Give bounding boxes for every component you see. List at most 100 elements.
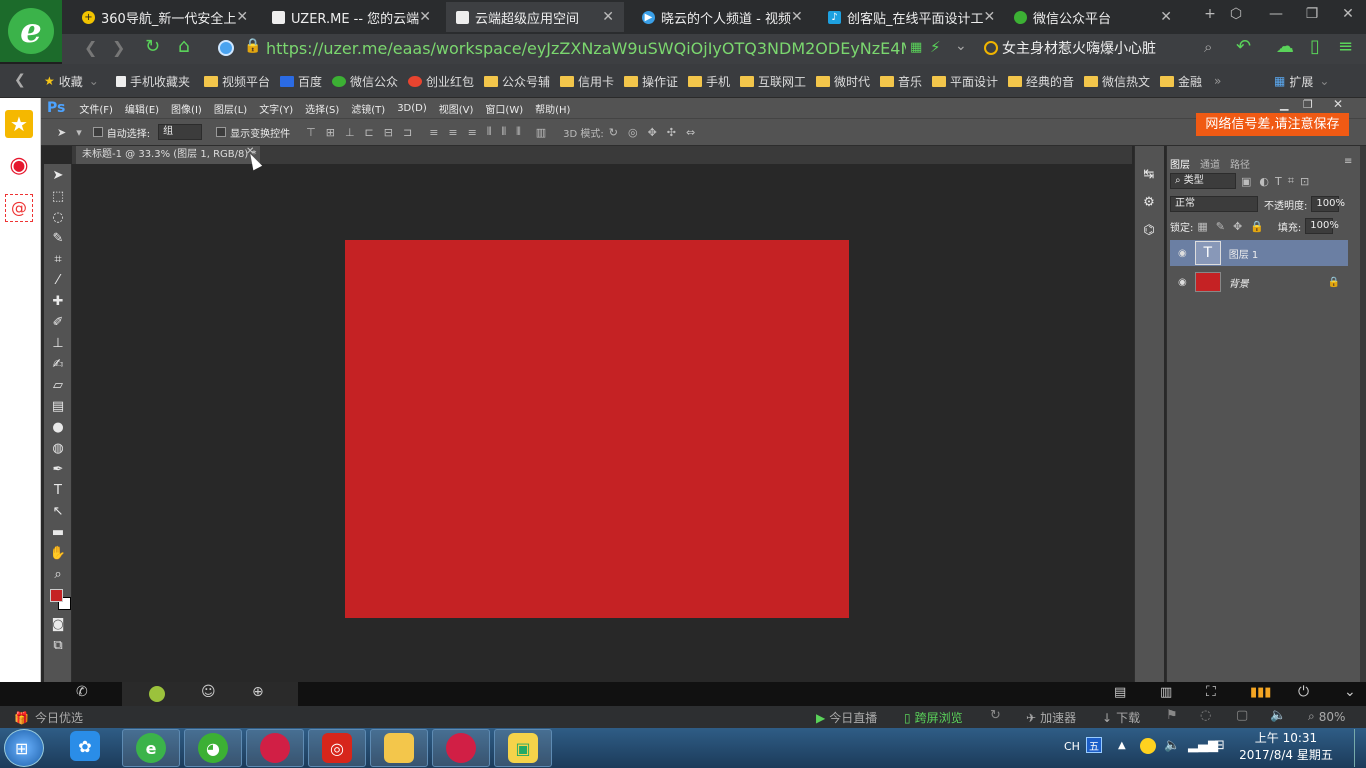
taskbar-browser[interactable]: e: [122, 729, 180, 767]
fill-input[interactable]: 100%: [1305, 218, 1339, 234]
tab-360-nav[interactable]: + 360导航_新一代安全上 ✕: [72, 2, 250, 32]
path-select-tool-icon[interactable]: ↖: [48, 503, 68, 521]
email-icon[interactable]: @: [5, 194, 33, 222]
restore-tab-icon[interactable]: ⬡: [1222, 6, 1250, 22]
window-icon[interactable]: ▢: [1236, 708, 1248, 723]
layer-name[interactable]: 背景: [1229, 275, 1249, 290]
lasso-tool-icon[interactable]: ◌: [48, 209, 68, 227]
bookmark-folder[interactable]: 经典的音: [1008, 72, 1074, 90]
align-hcenter-icon[interactable]: ⊟: [384, 126, 393, 139]
flag-icon[interactable]: ⚑: [1166, 708, 1178, 723]
screen-mode-icon[interactable]: ⧉: [48, 637, 68, 655]
bookmark-startup[interactable]: 创业红包: [408, 72, 474, 90]
taskbar-cloud-app[interactable]: ✿: [70, 731, 100, 761]
slide-3d-icon[interactable]: ✣: [667, 126, 676, 139]
align-right-icon[interactable]: ⊐: [403, 126, 412, 139]
url-field[interactable]: https://uzer.me/eaas/workspace/eyJzZXNza…: [266, 38, 906, 60]
filter-shape-icon[interactable]: ⌗: [1288, 174, 1294, 188]
distribute-vcenter-icon[interactable]: ≡: [448, 126, 457, 139]
refresh-icon[interactable]: ↻: [145, 36, 160, 57]
tab-chuangkit[interactable]: ♪ 创客贴_在线平面设计工 ✕: [818, 2, 996, 32]
security-shield-icon[interactable]: [218, 40, 234, 56]
status-dot-icon[interactable]: [149, 686, 165, 702]
clipboard-icon[interactable]: ▥: [1160, 685, 1172, 700]
align-vcenter-icon[interactable]: ⊞: [326, 126, 335, 139]
chat-icon[interactable]: ✆: [76, 684, 88, 700]
taskbar-netease-music[interactable]: ◎: [308, 729, 366, 767]
ps-restore-button[interactable]: ❐: [1303, 98, 1313, 111]
hand-tool-icon[interactable]: ✋: [48, 545, 68, 563]
tab-paths[interactable]: 路径: [1230, 156, 1250, 171]
eraser-tool-icon[interactable]: ▱: [48, 377, 68, 395]
favorites-star-icon[interactable]: ★: [5, 110, 33, 138]
power-icon[interactable]: ⏻: [1298, 684, 1309, 700]
rotate-3d-icon[interactable]: ↻: [609, 126, 618, 139]
chevron-down-icon[interactable]: ⌄: [955, 38, 967, 54]
menu-select[interactable]: 选择(S): [305, 101, 339, 116]
tab-video-channel[interactable]: ▶ 晓云的个人频道 - 视频 ✕: [632, 2, 810, 32]
blur-tool-icon[interactable]: ●: [48, 419, 68, 437]
scale-3d-icon[interactable]: ⇔: [686, 126, 695, 139]
accelerator-button[interactable]: ✈ 加速器: [1026, 709, 1076, 726]
filter-smart-icon[interactable]: ⊡: [1300, 175, 1309, 188]
menu-help[interactable]: 帮助(H): [535, 101, 570, 116]
eye-icon[interactable]: ◉: [1178, 277, 1187, 288]
speaker-icon[interactable]: 🔈: [1164, 738, 1180, 753]
bookmark-folder[interactable]: 平面设计: [932, 72, 998, 90]
ps-minimize-button[interactable]: ▁: [1280, 98, 1288, 111]
search-input[interactable]: 女主身材惹火嗨爆小心脏: [1002, 37, 1202, 61]
close-icon[interactable]: ✕: [984, 9, 996, 25]
system-clock[interactable]: 上午 10:31 2017/8/4 星期五: [1236, 730, 1336, 766]
document-canvas[interactable]: [345, 240, 849, 618]
cloud-icon[interactable]: ☁: [1276, 36, 1294, 57]
menu-edit[interactable]: 编辑(E): [125, 101, 159, 116]
gradient-tool-icon[interactable]: ▤: [48, 398, 68, 416]
lock-position-icon[interactable]: ✥: [1233, 220, 1242, 233]
extensions-button[interactable]: ▦ 扩展 ⌄: [1274, 72, 1329, 90]
close-icon[interactable]: ✕: [236, 9, 248, 25]
filter-pixel-icon[interactable]: ▣: [1241, 175, 1251, 188]
window-close-button[interactable]: ✕: [1334, 6, 1362, 22]
close-icon[interactable]: ✕: [1160, 9, 1172, 25]
align-top-icon[interactable]: ⊤: [306, 126, 316, 139]
menu-image[interactable]: 图像(I): [171, 101, 202, 116]
edge-icon[interactable]: ◌: [1200, 708, 1211, 723]
download-button[interactable]: ↓ 下载: [1102, 709, 1140, 726]
eye-icon[interactable]: ◉: [1178, 248, 1187, 259]
auto-select-dropdown[interactable]: 组: [158, 124, 203, 140]
back-icon[interactable]: ❮: [84, 38, 97, 57]
type-tool-icon[interactable]: T: [48, 482, 68, 500]
adjustments-panel-icon[interactable]: ⌬: [1139, 222, 1159, 240]
menu-view[interactable]: 视图(V): [439, 101, 474, 116]
blend-mode-dropdown[interactable]: 正常: [1170, 196, 1258, 212]
zoom-tool-icon[interactable]: ⌕: [48, 566, 68, 584]
usb-icon[interactable]: ⊟: [1214, 738, 1225, 753]
layer-row-background[interactable]: ◉ 背景 🔒: [1170, 269, 1348, 295]
move-tool-icon[interactable]: ➤: [57, 126, 66, 139]
history-panel-icon[interactable]: ↹: [1139, 166, 1159, 184]
filter-adjust-icon[interactable]: ◐: [1259, 175, 1269, 188]
history-brush-tool-icon[interactable]: ✍: [48, 356, 68, 374]
lock-all-icon[interactable]: 🔒: [1250, 220, 1264, 233]
clone-stamp-tool-icon[interactable]: ⊥: [48, 335, 68, 353]
right-scrollbar[interactable]: [1360, 146, 1366, 682]
tab-cloud-apps[interactable]: 云端超级应用空间 ✕: [446, 2, 624, 32]
qrcode-icon[interactable]: ▦: [910, 40, 922, 55]
tab-uzer[interactable]: UZER.ME -- 您的云端 ✕: [262, 2, 440, 32]
marquee-tool-icon[interactable]: ⬚: [48, 188, 68, 206]
bookmark-video[interactable]: 视频平台: [204, 72, 270, 90]
auto-select-checkbox[interactable]: [92, 127, 103, 137]
distribute-bottom-icon[interactable]: ≡: [468, 126, 477, 139]
search-engine-icon[interactable]: [984, 41, 998, 55]
tab-wechat-mp[interactable]: 微信公众平台 ✕: [1004, 2, 1182, 32]
chevron-down-icon[interactable]: ▾: [76, 126, 82, 139]
forward-icon[interactable]: ❯: [112, 38, 125, 57]
close-icon[interactable]: ✕: [602, 9, 614, 25]
bookmark-folder[interactable]: 微时代: [816, 72, 870, 90]
bookmark-folder[interactable]: 手机: [688, 72, 730, 90]
taskbar-explorer[interactable]: [370, 729, 428, 767]
panel-menu-icon[interactable]: ≡: [1344, 156, 1352, 167]
roll-3d-icon[interactable]: ◎: [628, 126, 638, 139]
menu-type[interactable]: 文字(Y): [259, 101, 293, 116]
distribute-left-icon[interactable]: ⫴: [487, 125, 492, 139]
